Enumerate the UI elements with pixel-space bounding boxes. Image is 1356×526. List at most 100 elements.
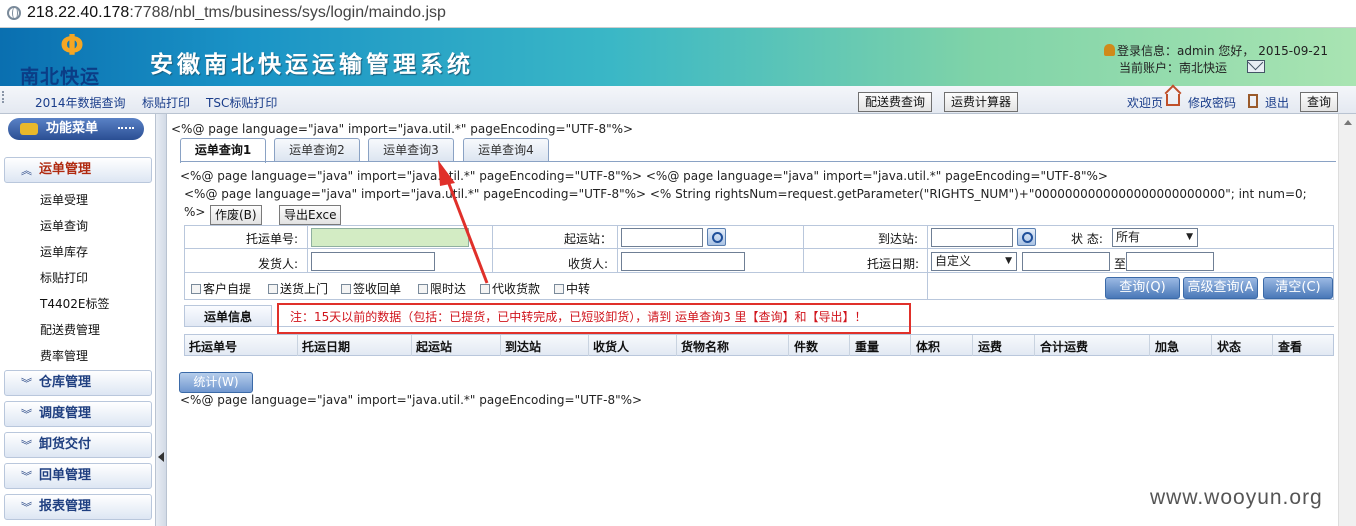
date-from-input[interactable] (1022, 252, 1110, 271)
checkbox-icon[interactable] (418, 284, 428, 294)
form-divider (617, 225, 618, 273)
waybill-info-tab[interactable]: 运单信息 (184, 305, 272, 327)
welcome-link[interactable]: 欢迎页 (1127, 94, 1163, 111)
chevron-up-icon: ︽ (21, 164, 32, 177)
top-nav: 2014年数据查询 标贴打印 TSC标贴打印 配送费查询 运费计算器 欢迎页 修… (0, 86, 1356, 114)
logout-link[interactable]: 退出 (1265, 94, 1289, 111)
column-header[interactable]: 起运站 (416, 338, 452, 355)
logout-icon[interactable] (1248, 94, 1258, 108)
collapse-arrow-icon[interactable] (158, 452, 164, 462)
column-header[interactable]: 查看 (1278, 338, 1302, 355)
address-bar[interactable]: 218.22.40.178:7788/nbl_tms/business/sys/… (0, 0, 1356, 28)
column-header[interactable]: 收货人 (593, 338, 629, 355)
annotation-highlight-box (277, 303, 911, 334)
sidebar-item-waybill-stock[interactable]: 运单库存 (40, 243, 88, 260)
grip-icon (2, 91, 8, 103)
shipper-input[interactable] (311, 252, 435, 271)
column-header[interactable]: 货物名称 (681, 338, 729, 355)
logo-mark-icon: Φ (60, 29, 84, 62)
menu-grip-icon (118, 127, 134, 132)
checkbox-signed-receipt[interactable]: 签收回单 (341, 280, 401, 297)
nav-link-label-print[interactable]: 标贴打印 (142, 94, 190, 111)
date-mode-select[interactable]: 自定义 (931, 252, 1017, 271)
sidebar-group-warehouse[interactable]: ︾ 仓库管理 (4, 370, 152, 396)
sidebar-item-t4402e-label[interactable]: T4402E标签 (40, 295, 109, 312)
url-text[interactable]: 218.22.40.178:7788/nbl_tms/business/sys/… (27, 4, 446, 22)
system-title: 安徽南北快运运输管理系统 (150, 52, 474, 78)
sidebar-group-dispatch[interactable]: ︾ 调度管理 (4, 401, 152, 427)
mail-icon[interactable] (1247, 60, 1265, 73)
checkbox-icon[interactable] (268, 284, 278, 294)
tab-waybill-query-4[interactable]: 运单查询4 (463, 138, 549, 162)
column-header[interactable]: 托运日期 (302, 338, 350, 355)
nav-link-2014-query[interactable]: 2014年数据查询 (35, 94, 126, 111)
form-divider (803, 225, 804, 273)
sidebar-item-delivery-fee[interactable]: 配送费管理 (40, 321, 100, 338)
sidebar-group-receipt[interactable]: ︾ 回单管理 (4, 463, 152, 489)
column-header[interactable]: 状态 (1217, 338, 1241, 355)
sidebar-group-report[interactable]: ︾ 报表管理 (4, 494, 152, 520)
change-password-link[interactable]: 修改密码 (1188, 94, 1236, 111)
sidebar-group-waybill[interactable]: ︽ 运单管理 (4, 157, 152, 183)
menu-icon (20, 123, 38, 135)
vertical-scrollbar[interactable] (1338, 114, 1356, 526)
column-separator (676, 335, 677, 356)
form-divider (927, 225, 928, 300)
statistics-button[interactable]: 统计(W) (179, 372, 253, 393)
column-header[interactable]: 体积 (916, 338, 940, 355)
query-button[interactable]: 查询(Q) (1105, 277, 1180, 299)
nav-link-tsc-print[interactable]: TSC标贴打印 (206, 94, 277, 111)
column-header[interactable]: 到达站 (505, 338, 541, 355)
clear-button[interactable]: 清空(C) (1263, 277, 1333, 299)
current-account: 当前账户：南北快运 (1119, 61, 1228, 75)
date-label: 托运日期: (867, 257, 920, 271)
void-button[interactable]: 作废(B) (210, 205, 262, 225)
origin-input[interactable] (621, 228, 703, 247)
destination-search-icon[interactable] (1017, 228, 1036, 246)
waybill-no-input[interactable] (311, 228, 469, 247)
checkbox-self-pickup[interactable]: 客户自提 (191, 280, 251, 297)
query-button-top[interactable]: 查询 (1300, 92, 1339, 112)
status-select[interactable]: 所有 (1112, 228, 1198, 247)
consignee-input[interactable] (621, 252, 745, 271)
freight-calculator-button[interactable]: 运费计算器 (944, 92, 1019, 112)
function-menu-header[interactable]: 功能菜单 (8, 118, 144, 140)
tab-waybill-query-2[interactable]: 运单查询2 (274, 138, 360, 162)
checkbox-icon[interactable] (341, 284, 351, 294)
scroll-up-icon[interactable] (1344, 120, 1352, 125)
tab-waybill-query-3[interactable]: 运单查询3 (368, 138, 454, 162)
checkbox-icon[interactable] (191, 284, 201, 294)
export-button[interactable]: 导出Exce (279, 205, 342, 225)
advanced-query-button[interactable]: 高级查询(A (1183, 277, 1258, 299)
column-header[interactable]: 托运单号 (189, 338, 237, 355)
column-header[interactable]: 运费 (978, 338, 1002, 355)
sidebar-group-unload[interactable]: ︾ 卸货交付 (4, 432, 152, 458)
column-header[interactable]: 件数 (794, 338, 818, 355)
waybill-no-label: 托运单号: (246, 232, 299, 246)
sidebar-item-label-print[interactable]: 标贴打印 (40, 269, 88, 286)
form-divider (307, 225, 308, 273)
destination-input[interactable] (931, 228, 1013, 247)
home-icon[interactable] (1166, 94, 1180, 106)
checkbox-icon[interactable] (480, 284, 490, 294)
checkbox-icon[interactable] (554, 284, 564, 294)
delivery-fee-query-button[interactable]: 配送费查询 (858, 92, 933, 112)
column-separator (1211, 335, 1212, 356)
column-separator (297, 335, 298, 356)
checkbox-time-limited[interactable]: 限时达 (418, 280, 466, 297)
sidebar-item-waybill-accept[interactable]: 运单受理 (40, 191, 88, 208)
checkbox-door-delivery[interactable]: 送货上门 (268, 280, 328, 297)
sidebar-item-rate[interactable]: 费率管理 (40, 347, 88, 364)
jsp-text-line: <%@ page language="java" import="java.ut… (184, 187, 1307, 201)
column-separator (910, 335, 911, 356)
sidebar-splitter[interactable] (155, 114, 167, 526)
checkbox-cod[interactable]: 代收货款 (480, 280, 540, 297)
column-header[interactable]: 重量 (855, 338, 879, 355)
sidebar-item-waybill-query[interactable]: 运单查询 (40, 217, 88, 234)
column-header[interactable]: 加急 (1155, 338, 1179, 355)
tab-waybill-query-1[interactable]: 运单查询1 (180, 138, 266, 163)
origin-search-icon[interactable] (707, 228, 726, 246)
date-to-input[interactable] (1126, 252, 1214, 271)
checkbox-transfer[interactable]: 中转 (554, 280, 590, 297)
column-header[interactable]: 合计运费 (1040, 338, 1088, 355)
